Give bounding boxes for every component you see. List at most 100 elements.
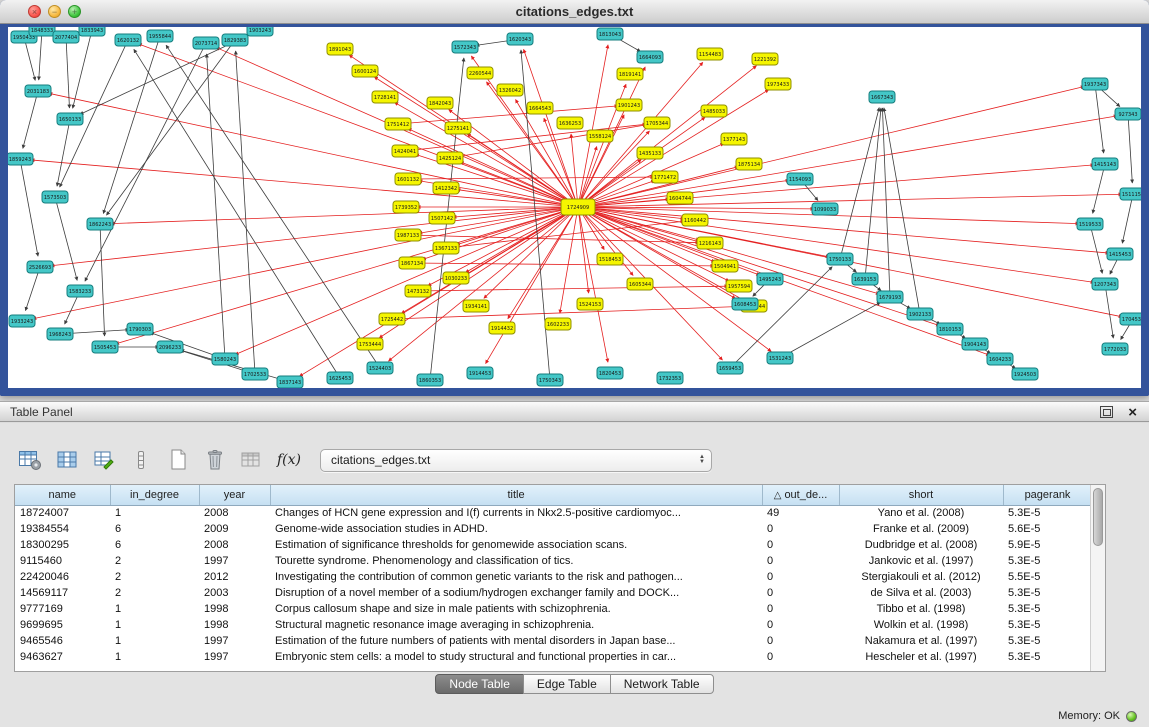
- graph-node[interactable]: 2073714: [193, 37, 219, 49]
- float-panel-icon[interactable]: [1100, 406, 1113, 418]
- graph-node[interactable]: 1891043: [327, 43, 353, 55]
- table-cell[interactable]: 0: [762, 585, 839, 601]
- graph-node[interactable]: 1524403: [367, 362, 393, 374]
- table-cell[interactable]: 1: [110, 601, 199, 617]
- graph-node[interactable]: 1572343: [452, 41, 478, 53]
- graph-node[interactable]: 1955844: [147, 30, 173, 42]
- graph-node[interactable]: 1934141: [463, 300, 489, 312]
- graph-node[interactable]: 1679193: [877, 291, 903, 303]
- graph-node[interactable]: 1837143: [277, 376, 303, 388]
- graph-node[interactable]: 1604233: [987, 353, 1013, 365]
- table-cell[interactable]: 0: [762, 601, 839, 617]
- graph-node[interactable]: 2096233: [157, 341, 183, 353]
- table-cell[interactable]: 2008: [199, 505, 270, 521]
- table-cell[interactable]: Changes of HCN gene expression and I(f) …: [270, 505, 762, 521]
- graph-node[interactable]: 1842043: [427, 97, 453, 109]
- graph-node[interactable]: 1412342: [433, 182, 459, 194]
- table-row[interactable]: 2242004622012Investigating the contribut…: [15, 569, 1092, 585]
- table-cell[interactable]: 9699695: [15, 617, 110, 633]
- table-row[interactable]: 977716911998Corpus callosum shape and si…: [15, 601, 1092, 617]
- table-cell[interactable]: 49: [762, 505, 839, 521]
- graph-node[interactable]: 1705344: [644, 117, 670, 129]
- column-header-out-degree[interactable]: △out_de...: [762, 485, 839, 505]
- column-header-year[interactable]: year: [199, 485, 270, 505]
- graph-node[interactable]: 1914453: [467, 367, 493, 379]
- graph-node[interactable]: 1901243: [616, 99, 642, 111]
- scrollbar-thumb[interactable]: [1093, 488, 1103, 546]
- graph-node[interactable]: 1524153: [577, 298, 603, 310]
- table-cell[interactable]: 9463627: [15, 649, 110, 665]
- table-cell[interactable]: 5.6E-5: [1003, 521, 1092, 537]
- table-cell[interactable]: Nakamura et al. (1997): [839, 633, 1003, 649]
- table-cell[interactable]: 9777169: [15, 601, 110, 617]
- window-zoom-button[interactable]: +: [68, 5, 81, 18]
- table-mode-button[interactable]: [16, 446, 44, 474]
- graph-node[interactable]: 1495243: [757, 273, 783, 285]
- table-cell[interactable]: Franke et al. (2009): [839, 521, 1003, 537]
- graph-node[interactable]: 1518453: [597, 253, 623, 265]
- graph-node[interactable]: 1604744: [667, 192, 693, 204]
- table-cell[interactable]: 0: [762, 537, 839, 553]
- graph-node[interactable]: 1424041: [392, 145, 418, 157]
- graph-node-hub[interactable]: 1724909: [561, 199, 595, 215]
- window-close-button[interactable]: ×: [28, 5, 41, 18]
- table-row[interactable]: 1830029562008Estimation of significance …: [15, 537, 1092, 553]
- graph-node[interactable]: 1924503: [1012, 368, 1038, 380]
- graph-node[interactable]: 1772033: [1102, 343, 1128, 355]
- table-cell[interactable]: 2: [110, 553, 199, 569]
- graph-node[interactable]: 1583233: [67, 285, 93, 297]
- graph-node[interactable]: 1810153: [937, 323, 963, 335]
- graph-node[interactable]: 1030233: [443, 272, 469, 284]
- graph-node[interactable]: 1415453: [1107, 248, 1133, 260]
- table-cell[interactable]: 2: [110, 569, 199, 585]
- graph-node[interactable]: 1602233: [545, 318, 571, 330]
- graph-node[interactable]: 1829383: [222, 34, 248, 46]
- window-titlebar[interactable]: × − + citations_edges.txt: [0, 0, 1149, 24]
- graph-node[interactable]: 1862243: [87, 218, 113, 230]
- graph-node[interactable]: 1957594: [726, 280, 752, 292]
- graph-node[interactable]: 1558124: [587, 130, 613, 142]
- graph-node[interactable]: 1216143: [697, 237, 723, 249]
- table-cell[interactable]: Estimation of the future numbers of pati…: [270, 633, 762, 649]
- table-cell[interactable]: 18300295: [15, 537, 110, 553]
- table-cell[interactable]: 9115460: [15, 553, 110, 569]
- graph-node[interactable]: 1728141: [372, 91, 398, 103]
- column-header-short[interactable]: short: [839, 485, 1003, 505]
- graph-node[interactable]: 1580243: [212, 353, 238, 365]
- graph-node[interactable]: 1367133: [433, 242, 459, 254]
- table-cell[interactable]: 0: [762, 633, 839, 649]
- table-cell[interactable]: 0: [762, 521, 839, 537]
- graph-node[interactable]: 1659453: [717, 362, 743, 374]
- table-cell[interactable]: Investigating the contribution of common…: [270, 569, 762, 585]
- tab-network-table[interactable]: Network Table: [610, 674, 714, 694]
- delete-table-button[interactable]: [201, 446, 229, 474]
- table-cell[interactable]: Embryonic stem cells: a model to study s…: [270, 649, 762, 665]
- graph-node[interactable]: 1473132: [405, 285, 431, 297]
- graph-node[interactable]: 1505453: [92, 341, 118, 353]
- graph-node[interactable]: 1820453: [597, 367, 623, 379]
- graph-node[interactable]: 1771472: [652, 171, 678, 183]
- table-cell[interactable]: 5.3E-5: [1003, 505, 1092, 521]
- table-cell[interactable]: 2012: [199, 569, 270, 585]
- graph-node[interactable]: 1667343: [869, 91, 895, 103]
- graph-node[interactable]: 1485033: [701, 105, 727, 117]
- graph-node[interactable]: 1750343: [537, 374, 563, 386]
- graph-node[interactable]: 1704533: [1120, 313, 1141, 325]
- graph-node[interactable]: 1903243: [247, 27, 273, 36]
- table-cell[interactable]: 2: [110, 585, 199, 601]
- table-cell[interactable]: 2009: [199, 521, 270, 537]
- graph-node[interactable]: 1507142: [429, 212, 455, 224]
- column-header-pagerank[interactable]: pagerank: [1003, 485, 1092, 505]
- graph-node[interactable]: 927343: [1115, 108, 1141, 120]
- table-cell[interactable]: 19384554: [15, 521, 110, 537]
- graph-node[interactable]: 1753444: [357, 338, 383, 350]
- graph-node[interactable]: 1725442: [379, 313, 405, 325]
- new-table-button[interactable]: [164, 446, 192, 474]
- graph-node[interactable]: 1600124: [352, 65, 378, 77]
- graph-node[interactable]: 2031183: [25, 85, 51, 97]
- graph-node[interactable]: 1875134: [736, 158, 762, 170]
- graph-node[interactable]: 1377143: [721, 133, 747, 145]
- table-cell[interactable]: 1997: [199, 633, 270, 649]
- table-cell[interactable]: 0: [762, 553, 839, 569]
- graph-node[interactable]: 1511153: [1120, 188, 1141, 200]
